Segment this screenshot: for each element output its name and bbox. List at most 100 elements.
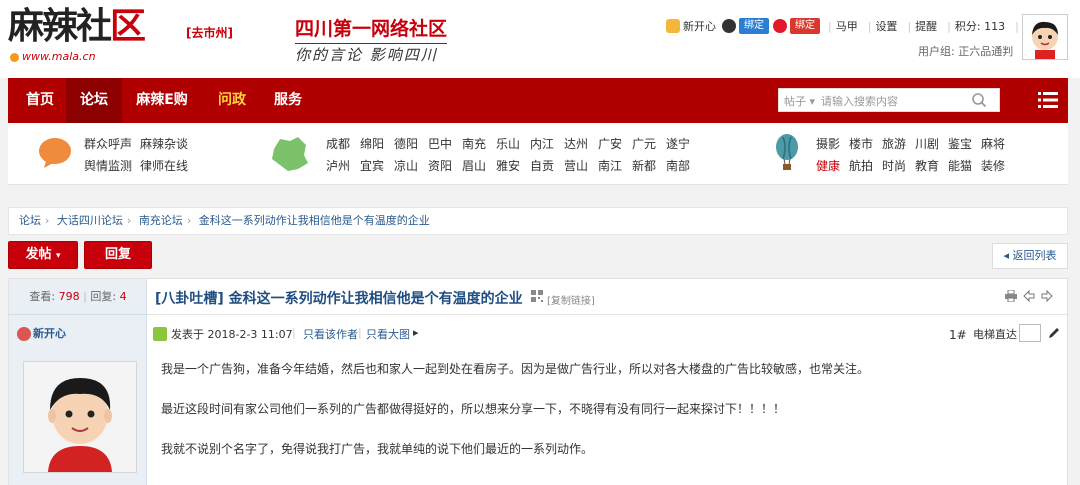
prev-icon[interactable]: [1023, 289, 1035, 303]
quick-link[interactable]: 南部: [666, 157, 690, 174]
chevron-left-icon: ◂: [1003, 249, 1013, 262]
quick-link[interactable]: 广安: [598, 135, 622, 152]
main-nav: 首页 论坛 麻辣E购 问政 服务 帖子 ▾ 请输入搜索内容: [8, 78, 1068, 123]
quick-link[interactable]: 南江: [598, 157, 622, 174]
qq-icon: [722, 19, 736, 33]
quick-link[interactable]: 德阳: [394, 135, 418, 152]
quick-link[interactable]: 鉴宝: [948, 135, 972, 152]
quick-link[interactable]: 能猫: [948, 157, 972, 174]
nav-home[interactable]: 首页: [14, 78, 66, 123]
author-sidebar: 查看: 798 | 回复: 4 新开心: [9, 279, 147, 485]
print-icon[interactable]: [1005, 289, 1017, 303]
chevron-right-icon: ▸: [413, 326, 419, 339]
online-status-icon: [153, 327, 167, 341]
author-name[interactable]: 新开心: [17, 325, 66, 341]
quick-link[interactable]: 泸州: [326, 157, 350, 174]
quick-link[interactable]: 广元: [632, 135, 656, 152]
quick-link[interactable]: 时尚: [882, 157, 906, 174]
search-icon[interactable]: [971, 92, 987, 108]
qr-code-icon[interactable]: [531, 290, 543, 302]
breadcrumb: 论坛 › 大话四川论坛 › 南充论坛 › 金科这一系列动作让我相信他是个有温度的企业: [8, 207, 1068, 235]
qq-bind-button[interactable]: 绑定: [739, 18, 769, 34]
user-avatar[interactable]: [1022, 14, 1068, 60]
quick-link[interactable]: 楼市: [849, 135, 873, 152]
site-slogan-sub: 你的言论 影响四川: [295, 46, 438, 64]
quick-link[interactable]: 麻辣杂谈: [140, 135, 188, 152]
quick-link[interactable]: 新都: [632, 157, 656, 174]
nav-service[interactable]: 服务: [260, 78, 316, 123]
quick-link[interactable]: 绵阳: [360, 135, 384, 152]
post-tools: [1005, 289, 1053, 303]
floor-jump-input[interactable]: [1019, 324, 1041, 342]
quick-link[interactable]: 旅游: [882, 135, 906, 152]
post-title-row: [八卦吐槽] 金科这一系列动作让我相信他是个有温度的企业 [复制链接]: [147, 279, 1067, 315]
only-author-link[interactable]: 只看该作者: [303, 326, 358, 342]
copy-link[interactable]: [复制链接]: [547, 292, 595, 307]
nav-eshop[interactable]: 麻辣E购: [124, 78, 200, 123]
floor-number: 1#: [949, 328, 967, 342]
search-box[interactable]: 帖子 ▾ 请输入搜索内容: [778, 88, 1000, 112]
post-body: 我是一个广告狗，准备今年结婚，然后也和家人一起到处在看房子。因为是做广告行业，所…: [161, 359, 1061, 479]
quick-link[interactable]: 遂宁: [666, 135, 690, 152]
menu-icon[interactable]: [1038, 91, 1058, 109]
quick-link[interactable]: 健康: [816, 157, 840, 174]
only-big-images-link[interactable]: 只看大图: [366, 326, 410, 342]
quick-link[interactable]: 群众呼声: [84, 135, 132, 152]
quick-link[interactable]: 雅安: [496, 157, 520, 174]
points-link[interactable]: 积分: 113: [955, 18, 1005, 34]
quick-link[interactable]: 航拍: [849, 157, 873, 174]
vest-link[interactable]: 马甲: [836, 18, 858, 34]
quick-link[interactable]: 达州: [564, 135, 588, 152]
search-input[interactable]: 请输入搜索内容: [821, 93, 898, 109]
quick-link[interactable]: 自贡: [530, 157, 554, 174]
notify-link[interactable]: 提醒: [915, 18, 937, 34]
quick-link[interactable]: 舆情监测: [84, 157, 132, 174]
quick-link[interactable]: 宜宾: [360, 157, 384, 174]
thread-post: 查看: 798 | 回复: 4 新开心 [八卦吐槽] 金科这一系列动作让我相信他…: [8, 278, 1068, 485]
pen-icon[interactable]: [1047, 326, 1061, 340]
logo-text: 麻辣社区: [8, 5, 146, 47]
quick-link[interactable]: 巴中: [428, 135, 452, 152]
quick-link[interactable]: 资阳: [428, 157, 452, 174]
post-paragraph: 我就不说别个名字了，免得说我打广告，我就单纯的说下他们最近的一系列动作。: [161, 442, 594, 456]
back-to-list-button[interactable]: ◂ 返回列表: [992, 243, 1068, 269]
quick-link[interactable]: 内江: [530, 135, 554, 152]
breadcrumb-item[interactable]: 论坛: [19, 214, 41, 227]
site-logo[interactable]: 麻辣社区 www.mala.cn: [8, 6, 168, 68]
sichuan-map-icon: [270, 135, 310, 176]
quick-link[interactable]: 摄影: [816, 135, 840, 152]
username-link[interactable]: 新开心: [683, 18, 716, 34]
post-time: 发表于 2018-2-3 11:07: [171, 328, 293, 341]
quick-link[interactable]: 装修: [981, 157, 1005, 174]
reply-button[interactable]: 回复: [84, 241, 152, 269]
quick-link[interactable]: 教育: [915, 157, 939, 174]
new-post-button[interactable]: 发帖 ▾: [8, 241, 78, 269]
breadcrumb-item[interactable]: 南充论坛: [139, 214, 183, 227]
city-switch-link[interactable]: [去市州]: [186, 24, 233, 41]
post-meta: 发表于 2018-2-3 11:07 | 只看该作者 | 只看大图 ▸ 1# 电…: [147, 321, 1067, 345]
quick-link[interactable]: 眉山: [462, 157, 486, 174]
quick-link[interactable]: 川剧: [915, 135, 939, 152]
quick-link[interactable]: 律师在线: [140, 157, 188, 174]
nav-forum[interactable]: 论坛: [66, 78, 122, 123]
nav-wenzheng[interactable]: 问政: [204, 78, 260, 123]
breadcrumb-item[interactable]: 大话四川论坛: [57, 214, 123, 227]
author-avatar[interactable]: [23, 361, 137, 473]
usergroup-label[interactable]: 用户组: 正六品通判: [918, 43, 1013, 59]
author-icon: [17, 327, 31, 341]
post-paragraph: 我是一个广告狗，准备今年结婚，然后也和家人一起到处在看房子。因为是做广告行业，所…: [161, 362, 870, 376]
quick-link[interactable]: 乐山: [496, 135, 520, 152]
site-slogan-title: 四川第一网络社区: [295, 14, 448, 44]
thread-stats: 查看: 798 | 回复: 4: [9, 279, 147, 315]
next-icon[interactable]: [1041, 289, 1053, 303]
quick-link[interactable]: 凉山: [394, 157, 418, 174]
search-category-select[interactable]: 帖子 ▾: [784, 93, 815, 109]
quick-link[interactable]: 南充: [462, 135, 486, 152]
weibo-bind-button[interactable]: 绑定: [790, 18, 820, 34]
quick-link[interactable]: 麻将: [981, 135, 1005, 152]
settings-link[interactable]: 设置: [875, 18, 897, 34]
quick-link[interactable]: 营山: [564, 157, 588, 174]
weibo-icon: [773, 19, 787, 33]
breadcrumb-item[interactable]: 金科这一系列动作让我相信他是个有温度的企业: [199, 214, 430, 227]
quick-link[interactable]: 成都: [326, 135, 350, 152]
